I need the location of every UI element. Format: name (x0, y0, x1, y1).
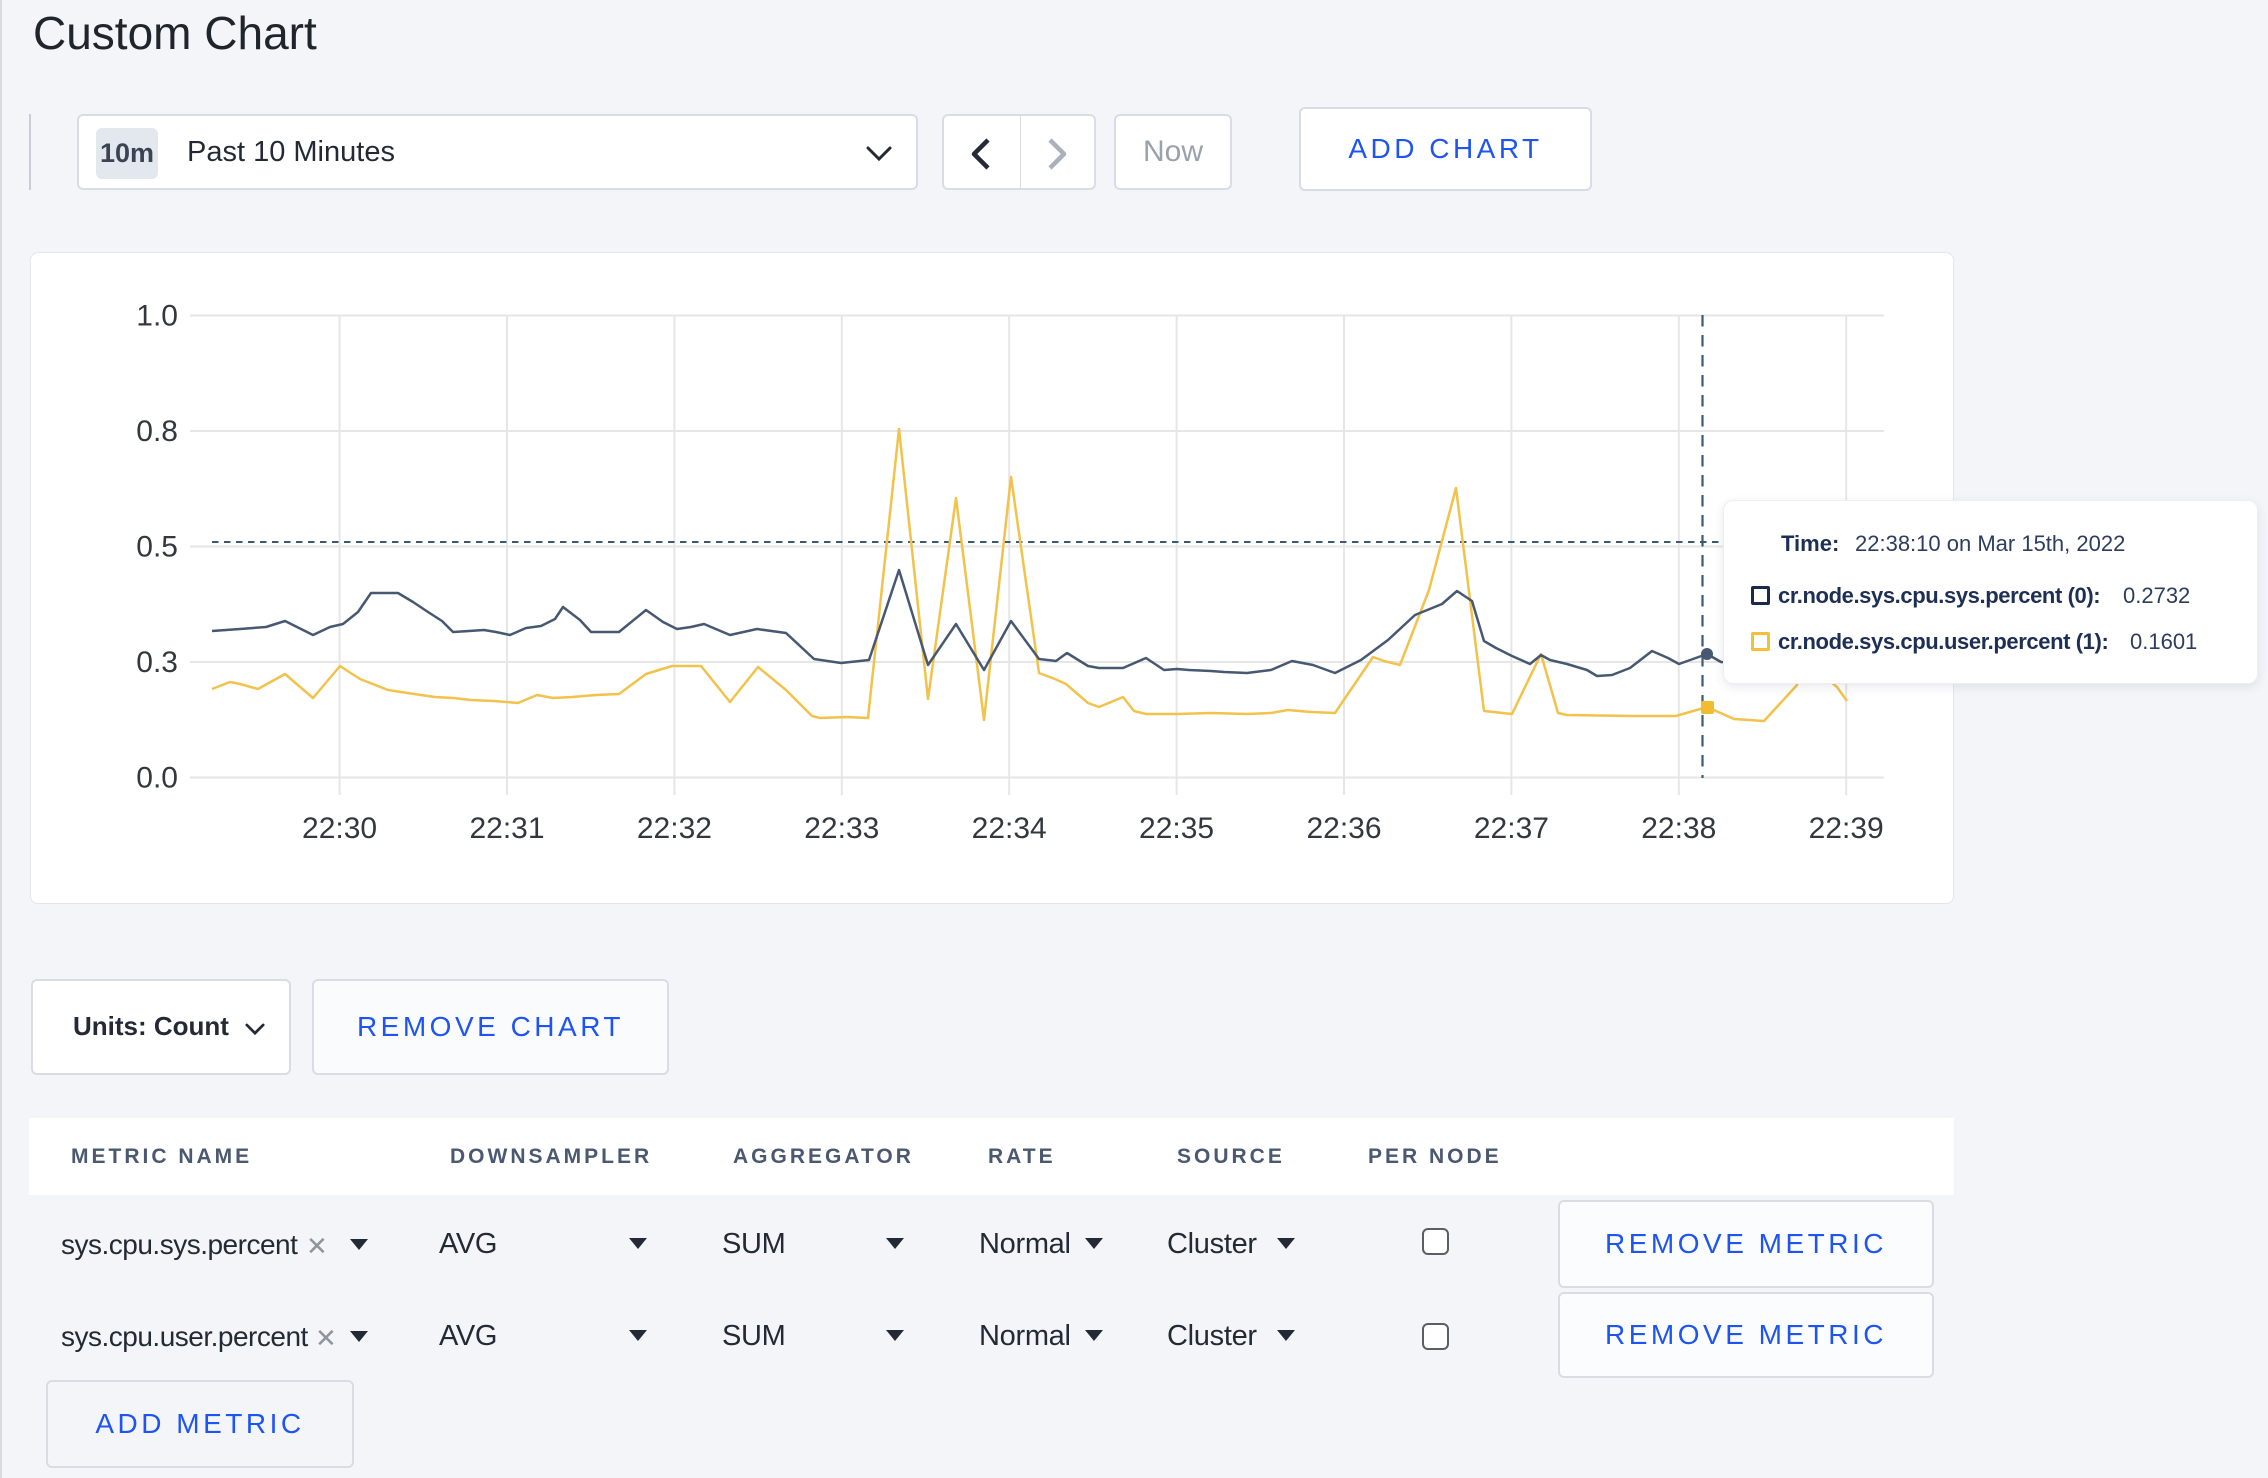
svg-text:22:39: 22:39 (1809, 812, 1884, 845)
svg-text:22:30: 22:30 (302, 812, 377, 845)
svg-text:22:37: 22:37 (1474, 812, 1549, 845)
svg-text:22:33: 22:33 (804, 812, 879, 845)
svg-text:0.8: 0.8 (136, 415, 178, 448)
svg-text:0.5: 0.5 (136, 531, 178, 564)
svg-text:1.0: 1.0 (136, 300, 178, 333)
svg-text:22:36: 22:36 (1306, 812, 1381, 845)
svg-text:0.3: 0.3 (136, 646, 178, 679)
svg-text:22:34: 22:34 (972, 812, 1047, 845)
svg-text:0.0: 0.0 (136, 762, 178, 795)
svg-text:22:35: 22:35 (1139, 812, 1214, 845)
svg-text:22:32: 22:32 (637, 812, 712, 845)
svg-text:22:31: 22:31 (469, 812, 544, 845)
svg-text:22:38: 22:38 (1641, 812, 1716, 845)
